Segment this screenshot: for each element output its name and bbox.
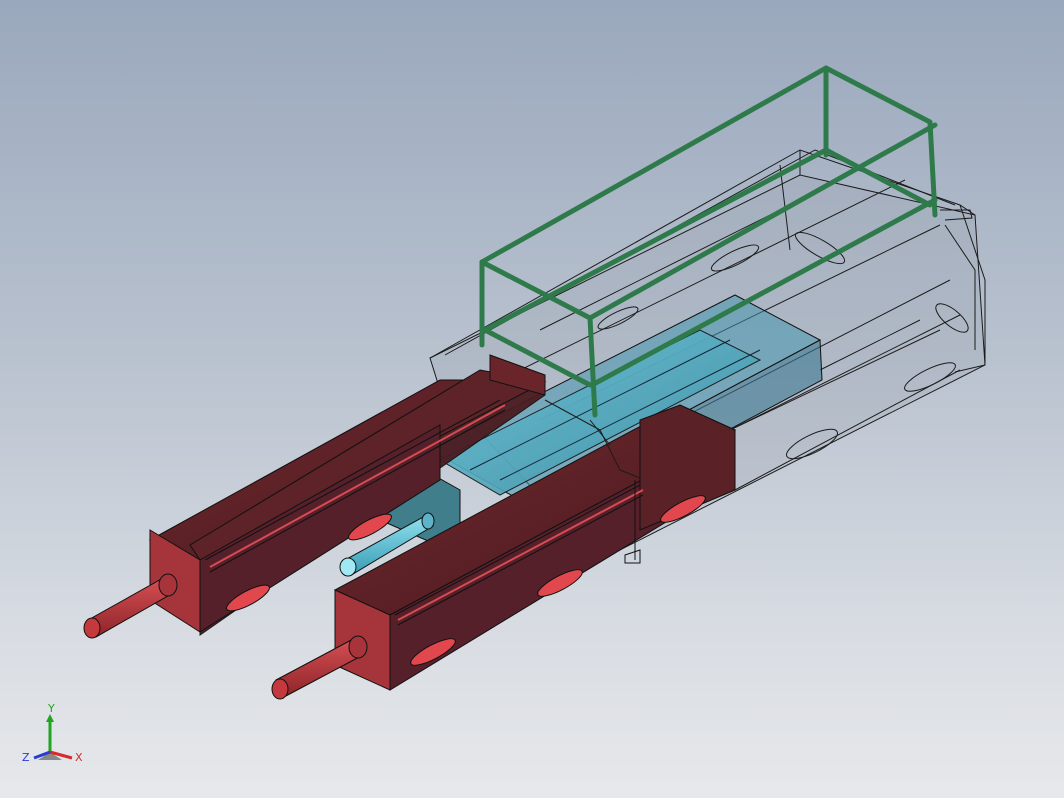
z-axis-label: Z: [22, 751, 30, 764]
x-axis-label: X: [75, 751, 83, 764]
y-axis-label: Y: [47, 702, 55, 715]
axis-triad: Y X Z: [22, 702, 83, 764]
assembly-model[interactable]: [0, 0, 1064, 798]
cad-viewport[interactable]: Y X Z: [0, 0, 1064, 798]
